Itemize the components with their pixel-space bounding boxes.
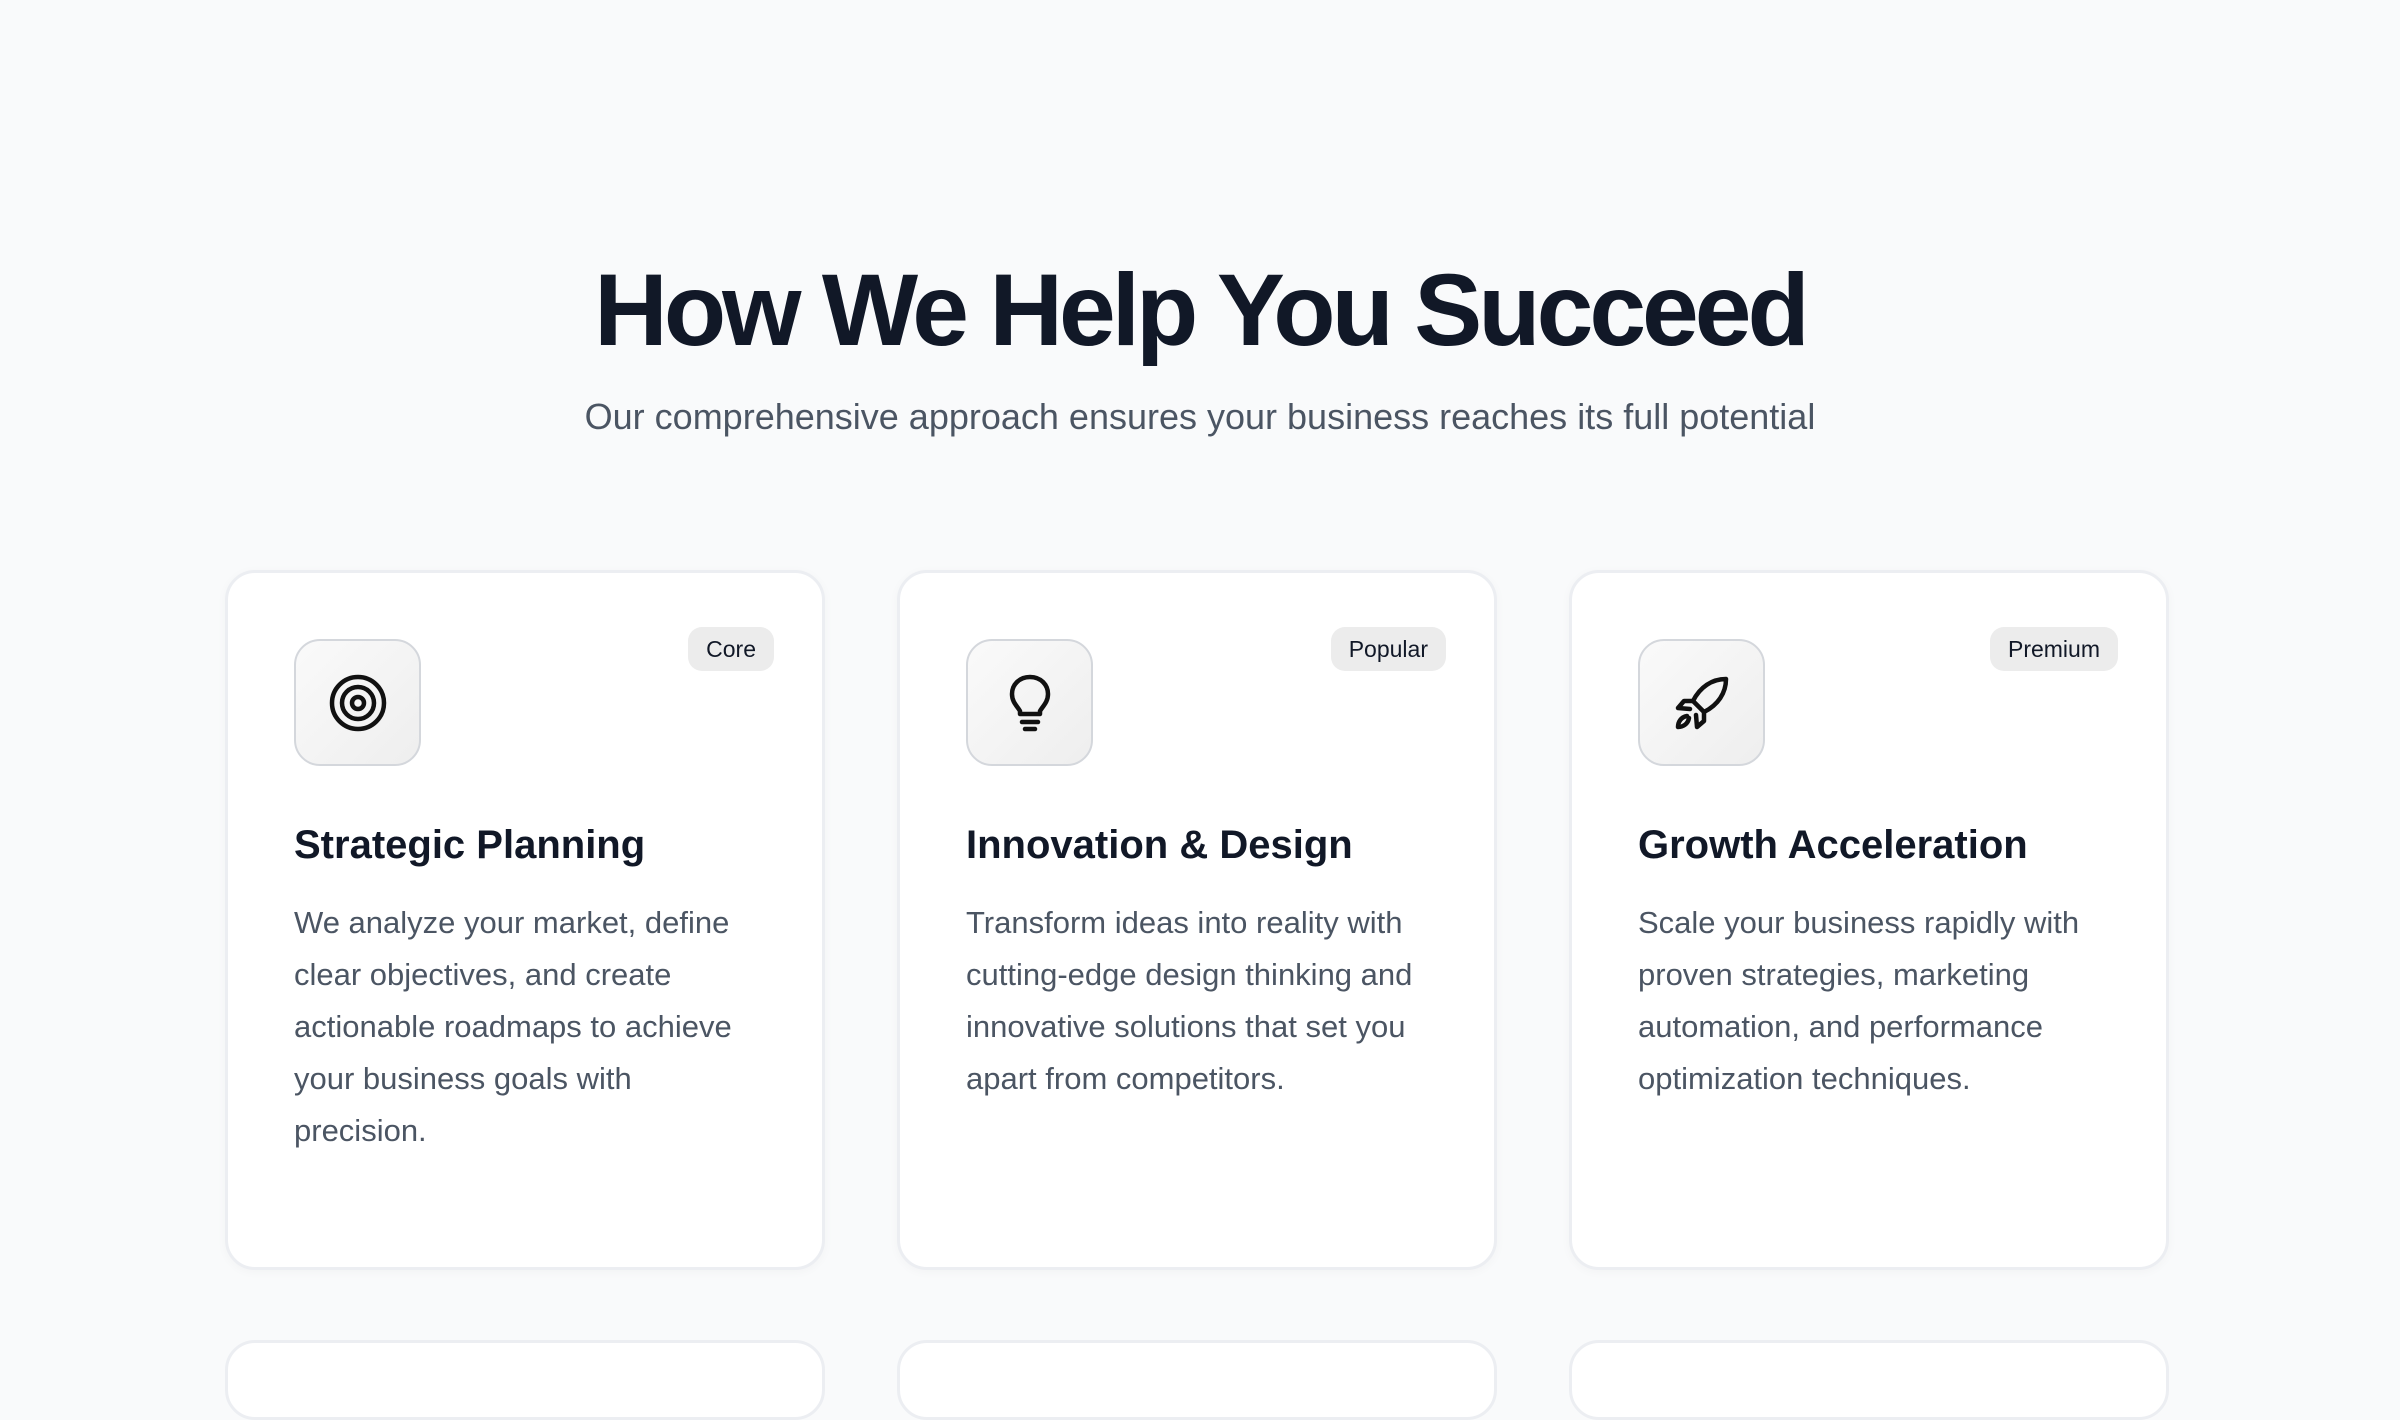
rocket-icon — [1638, 639, 1765, 766]
card-description: Scale your business rapidly with proven … — [1638, 905, 2080, 1096]
card-badge: Premium — [1989, 627, 2118, 671]
target-icon — [294, 639, 421, 766]
section-title: How We Help You Succeed — [594, 253, 1810, 367]
next-row-card-3 — [1569, 1340, 2169, 1420]
section-header: How We Help You Succeed Our comprehensiv… — [0, 245, 2400, 442]
card-title: Innovation & Design — [966, 823, 1353, 867]
card-badge: Popular — [1330, 627, 1446, 671]
card-description: We analyze your market, define clear obj… — [294, 905, 732, 1148]
lightbulb-icon — [966, 639, 1093, 766]
card-title: Strategic Planning — [294, 823, 646, 867]
service-card-strategic-planning[interactable]: Core Strategic Planning We analyze your … — [225, 570, 825, 1270]
section-subtitle: Our comprehensive approach ensures your … — [584, 396, 1816, 437]
service-card-growth-acceleration[interactable]: Premium Growth Acceleration Scale your b… — [1569, 570, 2169, 1270]
next-row-card-2 — [897, 1340, 1497, 1420]
card-badge: Core — [688, 627, 774, 671]
card-description: Transform ideas into reality with cuttin… — [966, 905, 1413, 1096]
card-title: Growth Acceleration — [1638, 823, 2028, 867]
service-card-innovation-design[interactable]: Popular Innovation & Design Transform id… — [897, 570, 1497, 1270]
next-row-card-1 — [225, 1340, 825, 1420]
